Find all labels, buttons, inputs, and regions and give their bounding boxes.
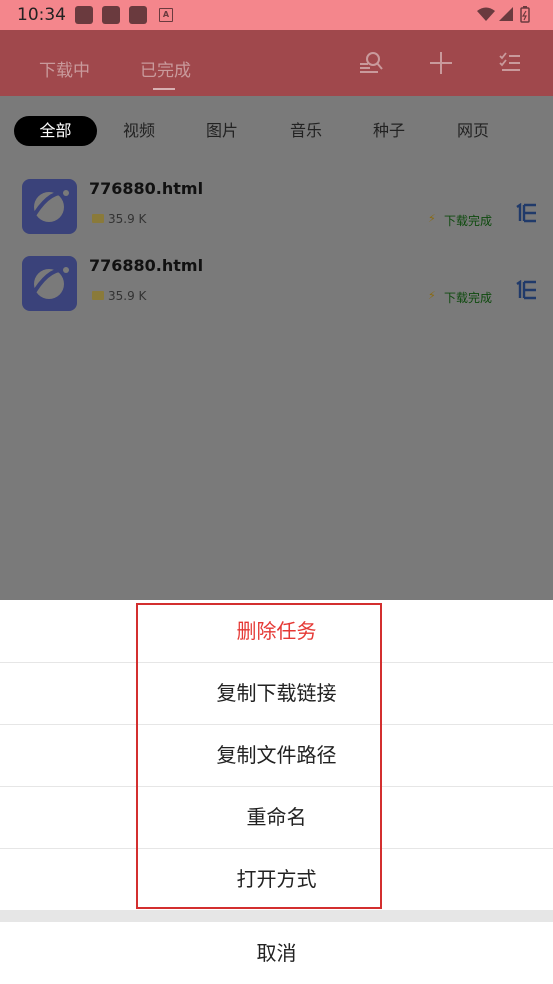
file-size: 35.9 K [108,212,147,226]
action-sheet: 删除任务 复制下载链接 复制文件路径 重命名 打开方式 取消 [0,600,553,984]
download-row[interactable]: 776880.html 35.9 K ⚡ 下载完成 [0,239,553,316]
folder-icon [92,291,104,300]
filter-all-chip[interactable]: 全部 [14,116,97,146]
checklist-icon[interactable] [498,50,524,80]
filter-torrent-chip[interactable]: 种子 [362,116,416,146]
delete-task-button[interactable]: 删除任务 [0,600,553,663]
filter-web-chip[interactable]: 网页 [446,116,500,146]
notification-icon [129,6,147,24]
item-menu-icon[interactable] [514,279,538,304]
filter-image-chip[interactable]: 图片 [195,116,249,146]
battery-icon [520,6,530,23]
sheet-divider [0,910,553,922]
app-bar: 下载中 已完成 [0,30,553,96]
filter-music-chip[interactable]: 音乐 [279,116,333,146]
download-row[interactable]: 776880.html 35.9 K ⚡ 下载完成 [0,162,553,239]
wifi-icon [477,7,495,21]
status-bar: 10:34 A [0,0,553,30]
signal-icon [499,7,513,21]
download-status: 下载完成 [444,214,493,228]
notification-icon [102,6,120,24]
web-file-icon [22,179,77,234]
copy-file-path-button[interactable]: 复制文件路径 [0,724,553,787]
download-list: 776880.html 35.9 K ⚡ 下载完成 776880.html 35… [0,162,553,600]
item-menu-icon[interactable] [514,202,538,227]
filter-bar: 全部 视频 图片 音乐 种子 网页 [0,96,553,162]
file-name: 776880.html [89,256,204,275]
notification-icon [75,6,93,24]
notification-a-icon: A [159,8,173,22]
filter-video-chip[interactable]: 视频 [112,116,166,146]
plus-icon[interactable] [428,50,454,80]
bolt-icon: ⚡ [428,212,436,225]
search-list-icon[interactable] [358,50,384,80]
system-icons [475,5,545,29]
file-size: 35.9 K [108,289,147,303]
web-file-icon [22,256,77,311]
copy-download-link-button[interactable]: 复制下载链接 [0,662,553,725]
file-name: 776880.html [89,179,204,198]
bolt-icon: ⚡ [428,289,436,302]
tab-downloading[interactable]: 下载中 [39,56,90,81]
tab-indicator [153,88,175,90]
status-time: 10:34 [17,5,66,25]
folder-icon [92,214,104,223]
open-with-button[interactable]: 打开方式 [0,848,553,910]
rename-button[interactable]: 重命名 [0,786,553,849]
cancel-button[interactable]: 取消 [0,922,553,984]
download-status: 下载完成 [444,291,493,305]
tab-completed[interactable]: 已完成 [140,56,191,81]
